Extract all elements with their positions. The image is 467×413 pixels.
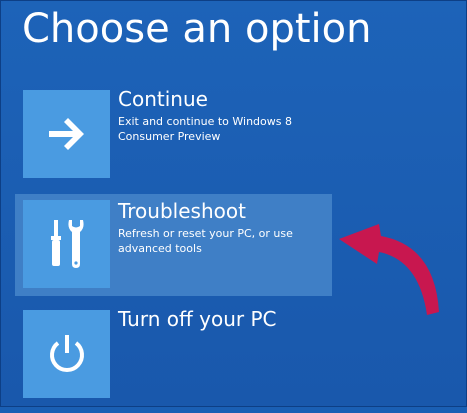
option-continue[interactable]: Continue Exit and continue to Windows 8 … xyxy=(15,87,332,193)
tools-icon xyxy=(50,220,84,268)
option-troubleshoot[interactable]: Troubleshoot Refresh or reset your PC, o… xyxy=(15,194,332,296)
troubleshoot-tile[interactable] xyxy=(23,200,110,288)
option-description: Exit and continue to Windows 8 Consumer … xyxy=(118,115,292,143)
curved-arrow-callout xyxy=(339,224,439,315)
turn-off-tile[interactable] xyxy=(23,310,110,398)
option-turn-off[interactable]: Turn off your PC xyxy=(15,307,332,413)
option-label: Turn off your PC xyxy=(118,307,277,331)
power-icon xyxy=(49,335,84,372)
arrow-right-icon xyxy=(48,118,84,150)
option-description: Refresh or reset your PC, or use advance… xyxy=(118,227,293,255)
screen-frame: Choose an option Continue Exit and conti… xyxy=(0,0,467,407)
option-label: Troubleshoot xyxy=(118,199,246,223)
page-title: Choose an option xyxy=(22,6,372,52)
option-label: Continue xyxy=(118,87,208,111)
continue-tile[interactable] xyxy=(23,90,110,178)
